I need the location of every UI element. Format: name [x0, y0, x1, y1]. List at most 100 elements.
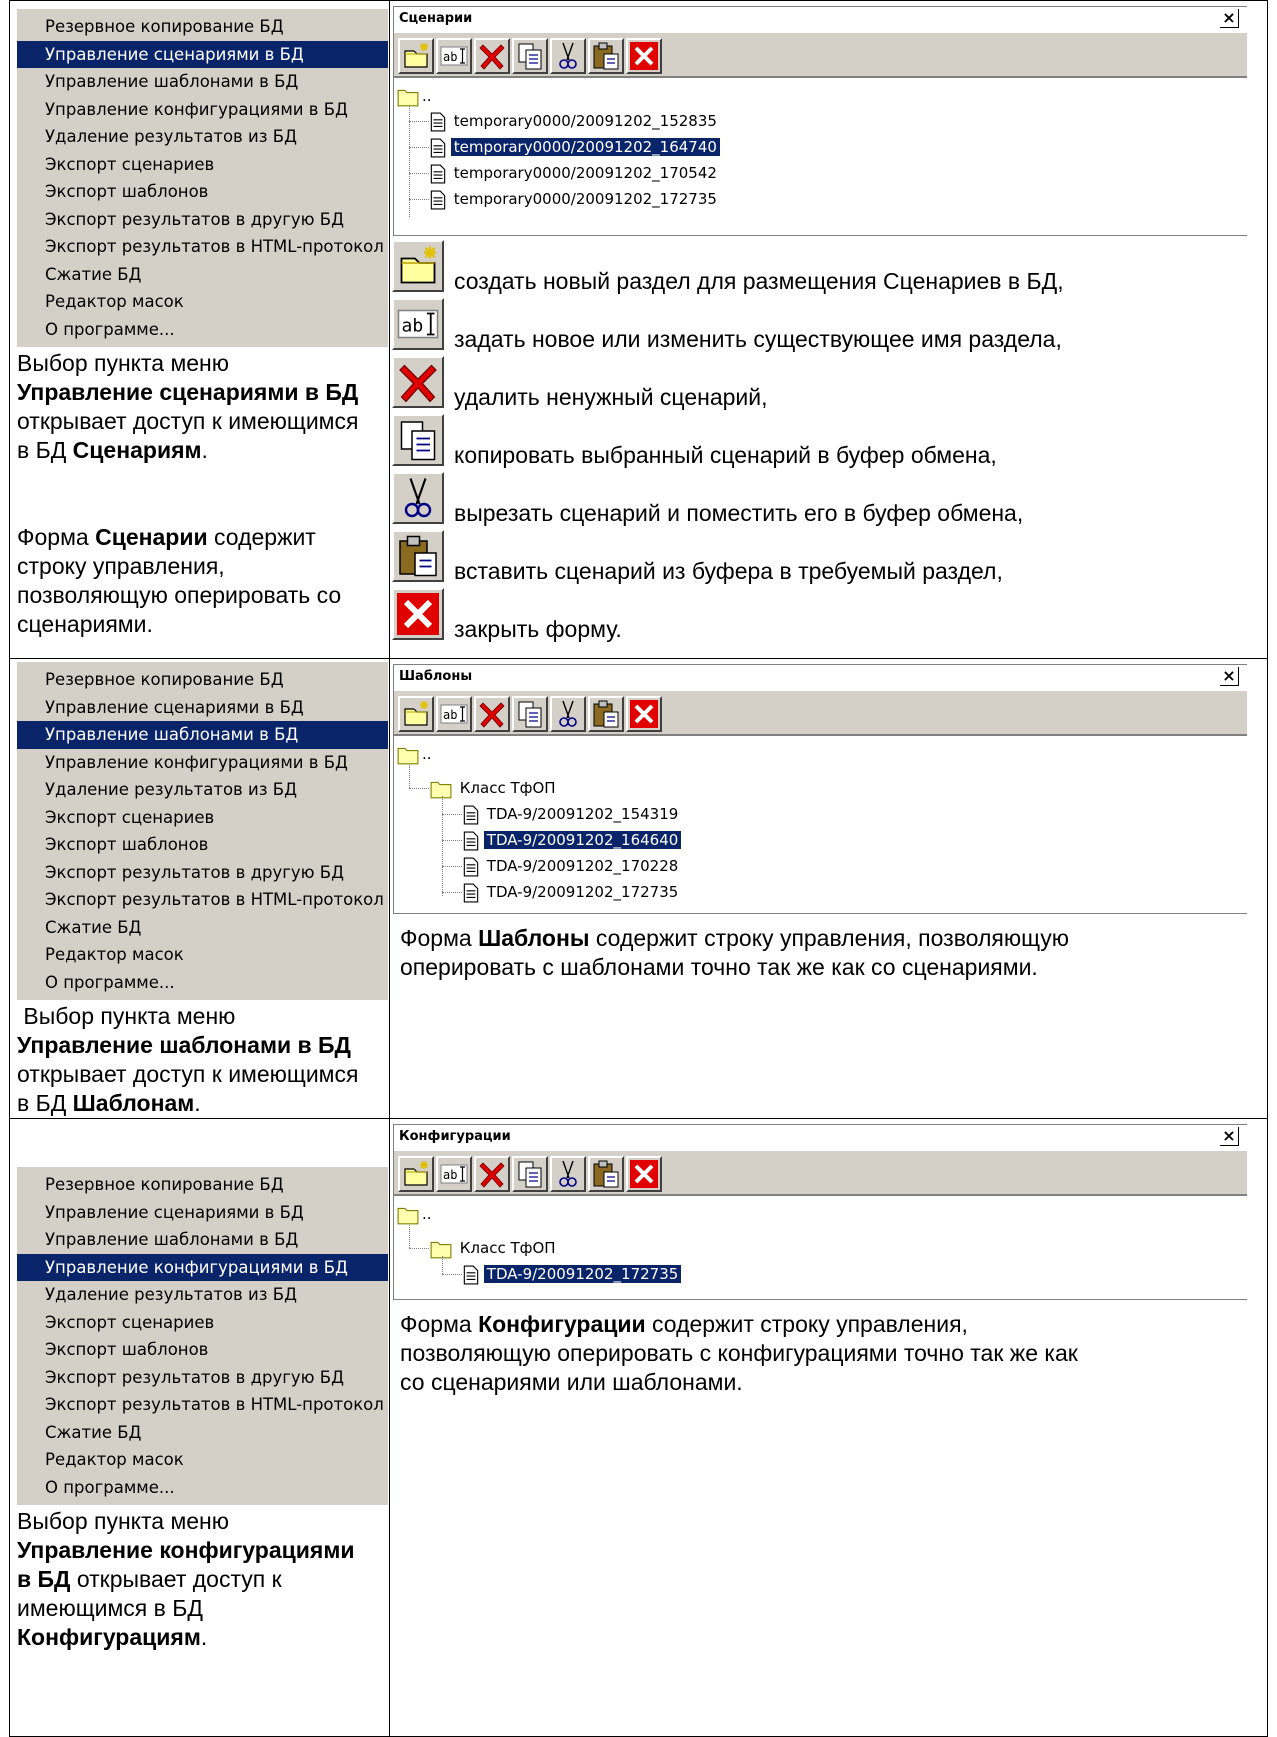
- menu-item-export-scenarios[interactable]: Экспорт сценариев: [17, 151, 388, 179]
- tree-item[interactable]: TDA-9/20091202_154319: [484, 805, 682, 823]
- menu-item-templates[interactable]: Управление шаблонами в БД: [17, 1226, 388, 1254]
- new-folder-icon[interactable]: [398, 1156, 434, 1192]
- menu-item-export-scenarios[interactable]: Экспорт сценариев: [17, 1309, 388, 1337]
- toolbar: [394, 692, 1247, 736]
- desc-bold: Конфигурациям: [17, 1624, 201, 1650]
- close-icon[interactable]: ×: [1220, 9, 1239, 28]
- rename-icon[interactable]: [436, 1156, 472, 1192]
- desc-line: .: [194, 1090, 201, 1116]
- menu-item-backup[interactable]: Резервное копирование БД: [17, 1171, 388, 1199]
- menu-item-about[interactable]: О программе...: [17, 969, 388, 997]
- paste-icon[interactable]: [588, 1156, 624, 1192]
- close-form-icon[interactable]: [626, 1156, 662, 1192]
- document-icon: [463, 857, 479, 877]
- menu-item-export-results-html[interactable]: Экспорт результатов в HTML-протокол: [17, 233, 388, 261]
- row3-paragraph: Форма Конфигурации содержит строку управ…: [390, 1310, 1267, 1397]
- copy-icon[interactable]: [512, 38, 548, 74]
- menu-item-backup[interactable]: Резервное копирование БД: [17, 666, 388, 694]
- desc-line: Выбор пункта меню: [17, 1508, 230, 1534]
- new-folder-icon: [392, 240, 444, 292]
- cut-icon[interactable]: [550, 1156, 586, 1192]
- cut-icon: [392, 472, 444, 524]
- tree-root-label[interactable]: ..: [419, 745, 435, 763]
- tree-root-label[interactable]: ..: [419, 87, 435, 105]
- paste-icon[interactable]: [588, 696, 624, 732]
- menu-item-scenarios[interactable]: Управление сценариями в БД: [17, 694, 388, 722]
- menu-item-export-templates[interactable]: Экспорт шаблонов: [17, 1336, 388, 1364]
- menu-item-configs[interactable]: Управление конфигурациями в БД: [17, 1253, 388, 1281]
- cut-icon[interactable]: [550, 696, 586, 732]
- menu-item-export-templates[interactable]: Экспорт шаблонов: [17, 831, 388, 859]
- tree-item-selected[interactable]: temporary0000/20091202_164740: [449, 137, 721, 157]
- menu-item-configs[interactable]: Управление конфигурациями в БД: [17, 749, 388, 777]
- tree-folder-label[interactable]: Класс ТфОП: [457, 1239, 559, 1257]
- menu-item-mask-editor[interactable]: Редактор масок: [17, 1446, 388, 1474]
- row3-description: Выбор пункта меню Управление конфигураци…: [10, 1505, 389, 1652]
- tree-item[interactable]: TDA-9/20091202_170228: [484, 857, 682, 875]
- window-title: Сценарии: [399, 11, 473, 26]
- new-folder-icon[interactable]: [398, 696, 434, 732]
- tree-item[interactable]: temporary0000/20091202_172735: [451, 190, 720, 208]
- cut-icon[interactable]: [550, 38, 586, 74]
- toolbar: [394, 1152, 1247, 1196]
- menu-item-about[interactable]: О программе...: [17, 1474, 388, 1502]
- copy-icon[interactable]: [512, 696, 548, 732]
- paste-icon[interactable]: [588, 38, 624, 74]
- tree-item[interactable]: temporary0000/20091202_170542: [451, 164, 720, 182]
- delete-icon[interactable]: [474, 38, 510, 74]
- menu-item-mask-editor[interactable]: Редактор масок: [17, 288, 388, 316]
- menu-item-export-results-db[interactable]: Экспорт результатов в другую БД: [17, 1364, 388, 1392]
- menu-item-delete-results[interactable]: Удаление результатов из БД: [17, 1281, 388, 1309]
- menu-item-about[interactable]: О программе...: [17, 316, 388, 344]
- menu-item-export-results-html[interactable]: Экспорт результатов в HTML-протокол: [17, 886, 388, 914]
- menu-item-compress[interactable]: Сжатие БД: [17, 1419, 388, 1447]
- menu-item-export-results-html[interactable]: Экспорт результатов в HTML-протокол: [17, 1391, 388, 1419]
- menu-panel-3: Резервное копирование БД Управление сцен…: [17, 1167, 388, 1505]
- menu-item-scenarios[interactable]: Управление сценариями в БД: [17, 40, 388, 68]
- tree-item-selected[interactable]: TDA-9/20091202_172735: [482, 1264, 683, 1284]
- desc-line: содержит: [207, 524, 316, 550]
- menu-item-templates[interactable]: Управление шаблонами в БД: [17, 721, 388, 749]
- menu-item-compress[interactable]: Сжатие БД: [17, 914, 388, 942]
- close-icon[interactable]: ×: [1220, 667, 1239, 686]
- close-form-icon[interactable]: [626, 38, 662, 74]
- document-icon: [463, 831, 479, 851]
- rename-icon[interactable]: [436, 38, 472, 74]
- menu-item-backup[interactable]: Резервное копирование БД: [17, 13, 388, 41]
- menu-item-export-scenarios[interactable]: Экспорт сценариев: [17, 804, 388, 832]
- copy-icon: [392, 414, 444, 466]
- delete-icon[interactable]: [474, 1156, 510, 1192]
- menu-item-delete-results[interactable]: Удаление результатов из БД: [17, 123, 388, 151]
- menu-item-export-results-db[interactable]: Экспорт результатов в другую БД: [17, 206, 388, 234]
- tree-item[interactable]: temporary0000/20091202_152835: [451, 112, 720, 130]
- menu-item-delete-results[interactable]: Удаление результатов из БД: [17, 776, 388, 804]
- copy-icon[interactable]: [512, 1156, 548, 1192]
- delete-icon[interactable]: [474, 696, 510, 732]
- close-form-icon[interactable]: [626, 696, 662, 732]
- document-table: Резервное копирование БД Управление сцен…: [9, 0, 1268, 1737]
- close-icon[interactable]: ×: [1220, 1127, 1239, 1146]
- tree-item-selected[interactable]: TDA-9/20091202_164640: [482, 830, 683, 850]
- menu-item-export-templates[interactable]: Экспорт шаблонов: [17, 178, 388, 206]
- para-line: Форма: [400, 925, 479, 951]
- para-line: содержит строку управления,: [645, 1311, 968, 1337]
- legend-text: закрыть форму.: [454, 616, 622, 642]
- new-folder-icon[interactable]: [398, 38, 434, 74]
- menu-item-scenarios[interactable]: Управление сценариями в БД: [17, 1199, 388, 1227]
- scenarios-window: Сценарии × .. temporary0000/20091202_1528…: [393, 6, 1247, 236]
- row1-right-cell: Сценарии × .. temporary0000/20091202_1528…: [389, 0, 1268, 659]
- menu-item-export-results-db[interactable]: Экспорт результатов в другую БД: [17, 859, 388, 887]
- menu-item-configs[interactable]: Управление конфигурациями в БД: [17, 96, 388, 124]
- desc-line: Форма: [17, 524, 96, 550]
- legend-text: удалить ненужный сценарий,: [454, 384, 768, 410]
- menu-item-templates[interactable]: Управление шаблонами в БД: [17, 68, 388, 96]
- tree-root-label[interactable]: ..: [419, 1205, 435, 1223]
- desc-line: открывает доступ к: [70, 1566, 282, 1592]
- tree-folder-label[interactable]: Класс ТфОП: [457, 779, 559, 797]
- tree-item[interactable]: TDA-9/20091202_172735: [484, 883, 682, 901]
- menu-item-mask-editor[interactable]: Редактор масок: [17, 941, 388, 969]
- menu-item-compress[interactable]: Сжатие БД: [17, 261, 388, 289]
- desc-line: .: [201, 437, 208, 463]
- rename-icon[interactable]: [436, 696, 472, 732]
- desc-bold: Шаблонам: [72, 1090, 195, 1116]
